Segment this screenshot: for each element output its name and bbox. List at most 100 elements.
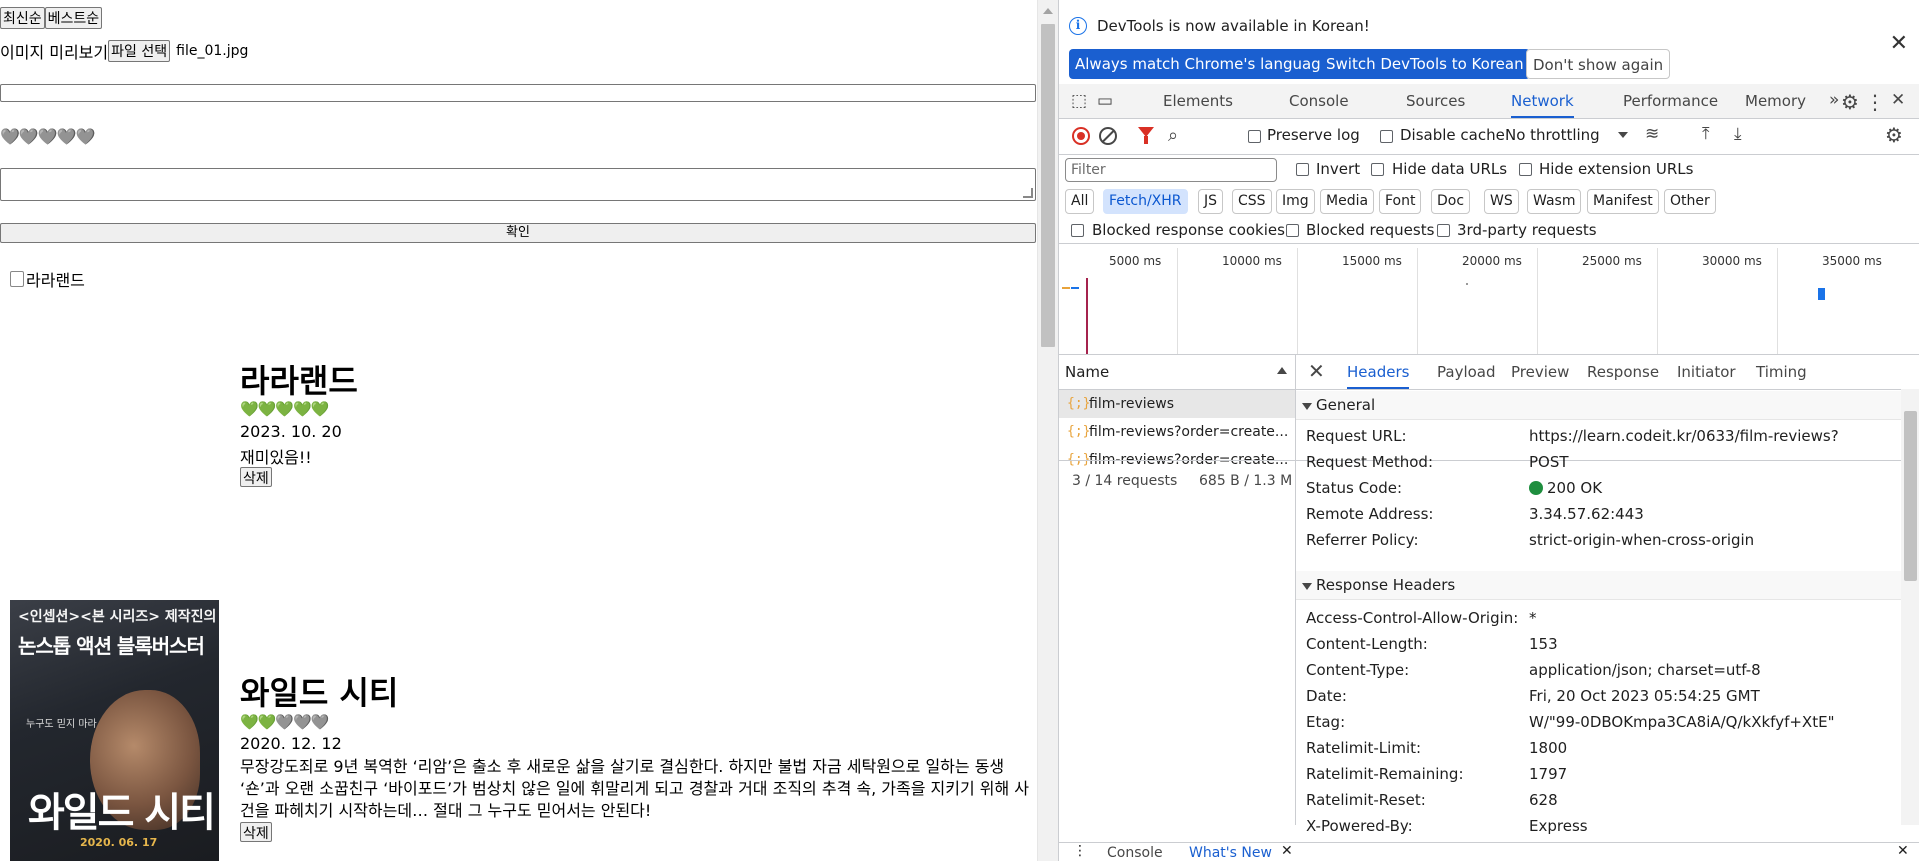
export-har-icon[interactable]: ⤓ [1734,124,1742,144]
header-row: Ratelimit-Reset: 628 [1296,787,1901,813]
hide-extension-urls-checkbox[interactable] [1519,163,1532,176]
general-section-header[interactable]: General [1296,391,1901,420]
close-drawer-icon[interactable]: ✕ [1897,843,1909,859]
sort-latest-button[interactable]: 최신순 [0,7,45,29]
submit-button[interactable]: 확인 [0,223,1036,243]
kebab-menu-icon[interactable]: ⋮ [1865,90,1885,114]
invert-checkbox[interactable] [1296,163,1309,176]
more-tabs-icon[interactable]: » [1829,90,1839,110]
review-title: 와일드 시티 [240,674,399,712]
inspect-element-icon[interactable]: ⬚ [1071,91,1087,111]
type-chip-ws[interactable]: WS [1484,189,1519,214]
type-chip-doc[interactable]: Doc [1431,189,1471,214]
network-timeline[interactable]: 5000 ms 10000 ms 15000 ms 20000 ms 25000… [1059,248,1919,355]
timeline-tick: 35000 ms [1822,254,1882,268]
type-chip-wasm[interactable]: Wasm [1527,189,1582,214]
request-row[interactable]: {;} film-reviews?order=create... [1059,418,1295,446]
timeline-gridline [1297,248,1298,354]
dont-show-again-button[interactable]: Don't show again [1526,49,1671,79]
tab-elements[interactable]: Elements [1163,84,1233,118]
search-icon[interactable]: ⌕ [1168,125,1178,146]
detail-scrollbar[interactable] [1901,389,1919,825]
type-chip-img[interactable]: Img [1276,189,1315,214]
poster-release-date: 2020. 06. 17 [80,836,158,849]
header-key: Request URL: [1306,427,1407,445]
request-row[interactable]: {;} film-reviews [1059,390,1295,418]
close-devtools-icon[interactable]: ✕ [1891,90,1905,110]
drawer-menu-icon[interactable]: ⋮ [1073,843,1087,859]
sort-ascending-icon [1277,367,1287,374]
filter-funnel-icon[interactable] [1138,127,1154,144]
type-chip-js[interactable]: JS [1198,189,1224,214]
settings-gear-icon[interactable]: ⚙ [1841,90,1859,114]
filter-input[interactable]: Filter [1065,158,1277,182]
switch-korean-button[interactable]: Switch DevTools to Korean [1320,49,1530,79]
hide-data-urls-checkbox[interactable] [1371,163,1384,176]
header-row: X-Powered-By: Express [1296,813,1901,839]
tab-payload[interactable]: Payload [1437,355,1496,389]
request-name: film-reviews?order=create... [1089,424,1289,440]
timeline-gridline [1537,248,1538,354]
import-har-icon[interactable]: ⤒ [1702,124,1710,144]
close-detail-icon[interactable]: ✕ [1308,359,1325,383]
review-delete-button[interactable]: 삭제 [240,822,272,842]
close-icon[interactable]: ✕ [1281,843,1293,859]
tab-console[interactable]: Console [1289,84,1349,118]
scrollbar-thumb[interactable] [1904,411,1917,581]
type-chip-manifest[interactable]: Manifest [1587,189,1659,214]
throttling-select[interactable]: No throttling [1505,126,1600,144]
blocked-cookies-checkbox[interactable] [1071,224,1084,237]
file-select-button[interactable]: 파일 선택 [108,40,171,62]
response-headers-section-header[interactable]: Response Headers [1296,571,1901,600]
tab-timing[interactable]: Timing [1756,355,1807,389]
title-input[interactable] [0,84,1036,102]
drawer-tab-whats-new[interactable]: What's New [1189,845,1272,861]
timeline-tick: 25000 ms [1582,254,1642,268]
device-toolbar-icon[interactable]: ▭ [1097,91,1113,111]
network-conditions-icon[interactable]: ≋ [1645,124,1659,144]
tab-response[interactable]: Response [1587,355,1659,389]
tab-network[interactable]: Network [1511,84,1574,118]
tab-initiator[interactable]: Initiator [1677,355,1736,389]
type-chip-other[interactable]: Other [1664,189,1716,214]
clear-icon[interactable] [1099,127,1117,145]
disable-cache-checkbox[interactable] [1380,130,1393,143]
chevron-down-icon[interactable] [1618,132,1628,138]
invert-label: Invert [1316,160,1361,178]
type-chip-all[interactable]: All [1065,189,1095,214]
tab-headers[interactable]: Headers [1347,355,1410,389]
content-textarea[interactable] [0,168,1036,201]
preserve-log-checkbox[interactable] [1248,130,1261,143]
network-settings-icon[interactable]: ⚙ [1885,123,1903,147]
header-key: Etag: [1306,713,1346,731]
resize-grip[interactable] [1023,188,1033,198]
type-chip-font[interactable]: Font [1379,189,1422,214]
scroll-up-icon[interactable] [1043,8,1053,14]
type-chip-fetch-xhr[interactable]: Fetch/XHR [1103,189,1188,214]
header-row: Access-Control-Allow-Origin: * [1296,605,1901,631]
tab-sources[interactable]: Sources [1406,84,1465,118]
rating-input[interactable]: 🩶🩶🩶🩶🩶 [0,127,96,146]
type-chip-css[interactable]: CSS [1232,189,1272,214]
tab-performance[interactable]: Performance [1623,84,1718,118]
timeline-tick: 5000 ms [1109,254,1162,268]
header-key: Ratelimit-Reset: [1306,791,1426,809]
page-scrollbar[interactable] [1037,0,1058,861]
status-code-text: 200 OK [1547,479,1603,497]
sort-best-button[interactable]: 베스트순 [44,7,103,29]
blocked-requests-checkbox[interactable] [1286,224,1299,237]
tab-preview[interactable]: Preview [1511,355,1569,389]
status-ok-icon [1529,481,1543,495]
scrollbar-thumb[interactable] [1041,24,1055,347]
request-list-header[interactable]: Name [1059,355,1295,390]
type-chip-media[interactable]: Media [1320,189,1375,214]
tab-memory[interactable]: Memory [1745,84,1806,118]
timeline-request-bar [1062,287,1070,289]
match-language-button[interactable]: Always match Chrome's language [1069,49,1336,79]
record-icon[interactable] [1072,127,1090,145]
review-delete-button[interactable]: 삭제 [240,467,272,487]
broken-image-icon [10,271,24,287]
close-icon[interactable]: ✕ [1890,33,1908,55]
third-party-checkbox[interactable] [1437,224,1450,237]
drawer-tab-console[interactable]: Console [1107,845,1163,861]
